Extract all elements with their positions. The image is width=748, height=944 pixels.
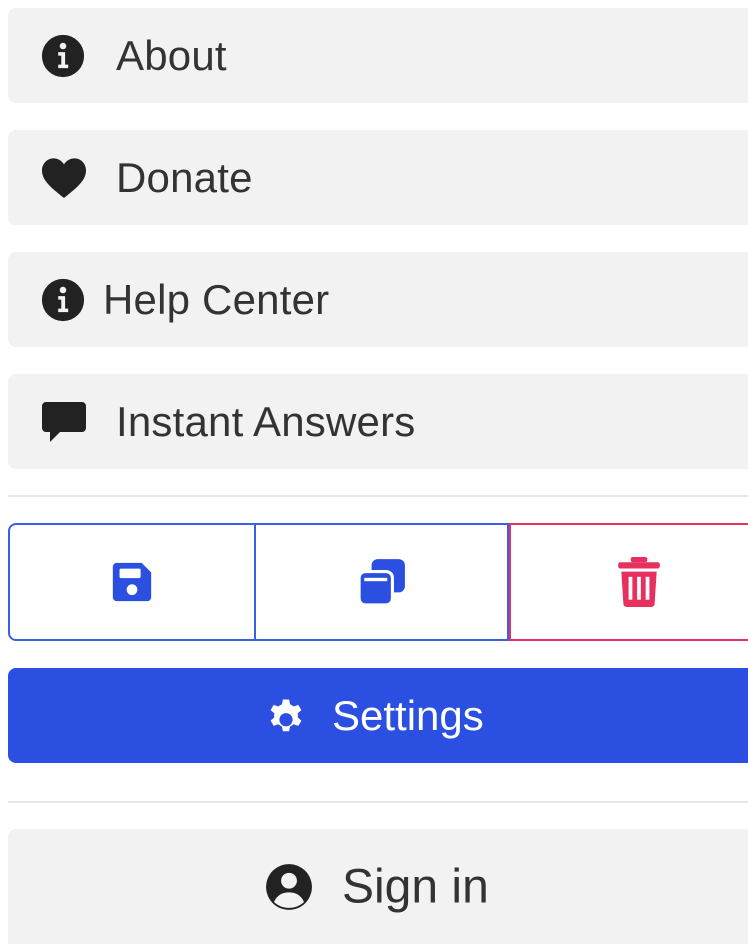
menu-item-label: Instant Answers	[116, 397, 416, 445]
save-button[interactable]	[8, 523, 256, 641]
user-circle-icon	[264, 862, 314, 912]
sign-in-button[interactable]: Sign in	[8, 829, 748, 944]
gear-icon	[264, 694, 308, 738]
copy-icon	[357, 557, 407, 607]
menu-item-instant-answers[interactable]: Instant Answers	[8, 374, 748, 469]
menu-item-help-center[interactable]: Help Center	[8, 252, 748, 347]
heart-icon	[40, 156, 88, 200]
divider	[8, 495, 748, 497]
info-circle-icon	[40, 33, 86, 79]
divider	[8, 801, 748, 803]
comment-icon	[40, 400, 88, 444]
menu-item-donate[interactable]: Donate	[8, 130, 748, 225]
settings-button[interactable]: Settings	[8, 668, 748, 763]
action-button-group	[8, 523, 748, 641]
menu-item-label: Help Center	[103, 275, 330, 323]
trash-icon	[616, 556, 662, 608]
menu-item-label: Donate	[116, 153, 253, 201]
copy-button[interactable]	[256, 523, 509, 641]
floppy-disk-icon	[109, 559, 155, 605]
settings-label: Settings	[332, 691, 484, 739]
info-circle-icon	[40, 277, 86, 323]
delete-button[interactable]	[509, 523, 748, 641]
sidebar-menu: About Donate Help Center Instant Answers	[0, 0, 748, 944]
menu-item-about[interactable]: About	[8, 8, 748, 103]
menu-item-label: About	[116, 31, 227, 79]
sign-in-label: Sign in	[342, 860, 489, 914]
